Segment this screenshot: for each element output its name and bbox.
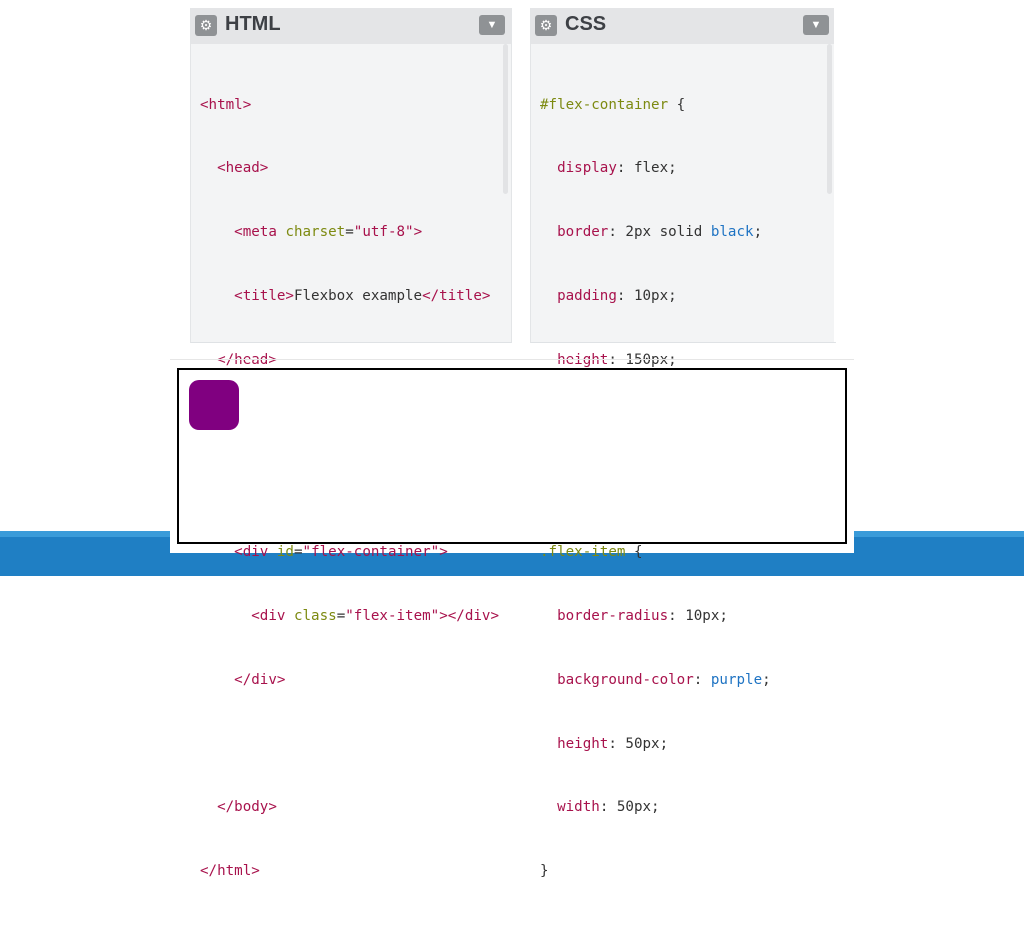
- js-pane-tab[interactable]: JS: [834, 8, 854, 342]
- html-scrollbar[interactable]: [503, 44, 508, 194]
- html-pane-header: ⚙ HTML ▼: [191, 8, 511, 44]
- code-line: width: 50px;: [557, 799, 660, 816]
- code-line: </html>: [200, 863, 260, 880]
- chevron-down-icon[interactable]: ▼: [479, 15, 505, 35]
- flex-container-preview: [177, 368, 847, 544]
- code-line: <div id="flex-container">: [234, 543, 448, 560]
- code-line: #flex-container {: [540, 96, 686, 113]
- pane-divider[interactable]: [170, 359, 854, 360]
- code-line: .flex-item {: [540, 543, 643, 560]
- flex-item: [189, 380, 239, 430]
- code-line: height: 50px;: [557, 735, 669, 752]
- gear-icon[interactable]: ⚙: [195, 15, 217, 36]
- code-line: <title>Flexbox example</title>: [234, 288, 491, 305]
- code-line: </div>: [234, 671, 286, 688]
- code-line: <html>: [200, 96, 252, 113]
- codepen-screenshot: ⚙ HTML ▼ <html> <head> <meta charset="ut…: [170, 8, 854, 879]
- code-line: border-radius: 10px;: [557, 607, 728, 624]
- code-line: <head>: [217, 160, 269, 177]
- code-line: padding: 10px;: [557, 288, 677, 305]
- html-editor-pane: ⚙ HTML ▼ <html> <head> <meta charset="ut…: [190, 8, 512, 879]
- code-line: display: flex;: [557, 160, 677, 177]
- css-editor-pane: ⚙ CSS ▼ #flex-container { display: flex;…: [530, 8, 836, 879]
- css-scrollbar[interactable]: [827, 44, 832, 194]
- code-line: <meta charset="utf-8">: [234, 224, 423, 241]
- css-pane-title: CSS: [565, 13, 607, 35]
- gear-icon[interactable]: ⚙: [535, 15, 557, 36]
- code-line: }: [540, 863, 549, 880]
- html-pane-title: HTML: [225, 13, 281, 35]
- code-line: border: 2px solid black;: [557, 224, 763, 241]
- css-pane-header: ⚙ CSS ▼: [531, 8, 835, 44]
- code-line: background-color: purple;: [557, 671, 771, 688]
- code-line: </body>: [217, 799, 277, 816]
- chevron-down-icon[interactable]: ▼: [803, 15, 829, 35]
- code-line: <div class="flex-item"></div>: [251, 607, 499, 624]
